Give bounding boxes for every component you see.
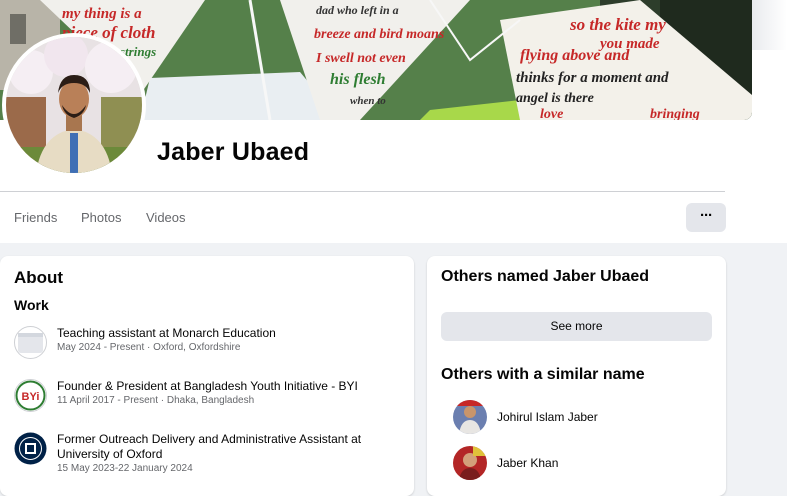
work-org-link[interactable]: Monarch Education [172, 326, 275, 340]
tab-videos[interactable]: Videos [146, 210, 186, 225]
cover-text-line: when to [350, 95, 386, 107]
cover-text-line: I swell not even [315, 51, 406, 66]
oxford-crest-icon [14, 432, 47, 465]
cover-text-line: flying above and [520, 47, 630, 64]
about-title: About [14, 268, 64, 287]
work-org-link[interactable]: University of Oxford [57, 447, 387, 462]
cover-text-line: my thing is a [62, 6, 142, 22]
tab-friends[interactable]: Friends [14, 210, 57, 225]
profile-avatar[interactable] [2, 33, 146, 177]
byi-logo-icon: BYi [14, 379, 47, 412]
person-avatar[interactable] [453, 400, 487, 434]
person-name[interactable]: Johirul Islam Jaber [497, 410, 598, 424]
cover-text-line: dad who left in a [316, 3, 399, 17]
work-role: Former Outreach Delivery and Administrat… [57, 432, 362, 446]
person-item[interactable]: Jaber Khan [453, 446, 713, 480]
others-title: Others named Jaber Ubaed [441, 268, 650, 285]
cover-text-line: love [540, 107, 563, 120]
header-divider [0, 191, 725, 192]
svg-text:BYi: BYi [22, 391, 40, 403]
cover-text-line: thinks for a moment and [516, 70, 669, 86]
edge-shadow [752, 0, 787, 50]
person-name[interactable]: Jaber Khan [497, 456, 558, 470]
cover-text-line: breeze and bird moans [314, 27, 445, 42]
work-org-link[interactable]: Bangladesh Youth Initiative - BYI [184, 379, 358, 393]
others-named-card: Others named Jaber Ubaed See more Others… [427, 256, 726, 496]
work-text: Former Outreach Delivery and Administrat… [57, 432, 387, 475]
briefcase-icon [14, 326, 47, 359]
cover-text-line: bringing [650, 107, 700, 120]
profile-header: my thing is a piece of cloth strings dad… [0, 0, 787, 243]
person-item[interactable]: Johirul Islam Jaber [453, 400, 713, 434]
more-options-button[interactable]: ··· [686, 203, 726, 232]
work-role: Founder & President at [57, 379, 184, 393]
avatar-photo [6, 37, 142, 173]
tab-photos[interactable]: Photos [81, 210, 121, 225]
work-meta: 11 April 2017 - Present · Dhaka, Banglad… [57, 395, 255, 406]
work-heading: Work [14, 297, 49, 313]
work-role: Teaching assistant at [57, 326, 173, 340]
cover-text-line: angel is there [516, 91, 594, 106]
similar-name-title: Others with a similar name [441, 366, 645, 383]
cover-text-line: so the kite my [569, 15, 666, 34]
person-avatar[interactable] [453, 446, 487, 480]
work-text: Teaching assistant at Monarch Education … [57, 326, 387, 354]
cover-text-line: his flesh [330, 71, 386, 88]
see-more-button[interactable]: See more [441, 312, 712, 341]
about-card: About Work Teaching assistant at Monarch… [0, 256, 414, 496]
work-meta: May 2024 - Present · Oxford, Oxfordshire [57, 342, 241, 353]
work-meta: 15 May 2023-22 January 2024 [57, 463, 193, 474]
work-text: Founder & President at Bangladesh Youth … [57, 379, 387, 407]
profile-name: Jaber Ubaed [157, 138, 310, 166]
